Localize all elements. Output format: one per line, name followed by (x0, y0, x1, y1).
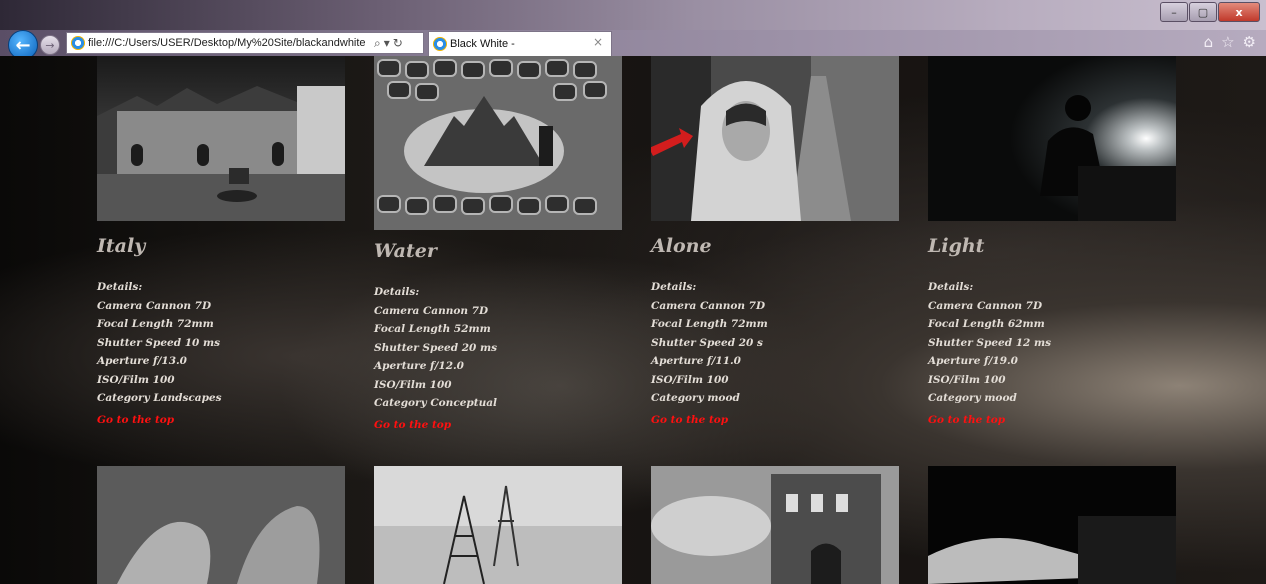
detail-line: Camera Cannon 7D (97, 299, 212, 312)
detail-line: ISO/Film 100 (97, 373, 175, 386)
detail-line: Focal Length 72mm (97, 318, 214, 330)
search-icon[interactable]: ⌕ (374, 36, 384, 50)
photo-light[interactable] (928, 56, 1176, 221)
ie-page-icon (71, 36, 85, 50)
detail-line: Shutter Speed 20 s (651, 336, 763, 349)
detail-line: Camera Cannon 7D (374, 304, 489, 317)
forward-button[interactable]: → (40, 35, 60, 55)
go-to-top-link[interactable]: Go to the top (651, 414, 899, 426)
window-titlebar: – ▢ x (0, 0, 1266, 30)
detail-line: Aperture f/19.0 (928, 355, 1018, 367)
detail-line: ISO/Film 100 (651, 373, 729, 386)
browser-navbar: ← → file:///C:/Users/USER/Desktop/My%20S… (0, 30, 1266, 60)
detail-line: Camera Cannon 7D (651, 299, 766, 312)
detail-line: Focal Length 72mm (651, 318, 768, 330)
address-controls[interactable]: ⌕▾↻ (374, 36, 406, 51)
address-input[interactable]: file:///C:/Users/USER/Desktop/My%20Site/… (88, 37, 370, 49)
detail-line: Shutter Speed 20 ms (374, 341, 497, 354)
detail-line: Details: (374, 286, 420, 298)
tab-close-icon[interactable]: × (593, 35, 603, 49)
gallery-item-light: Light Details: Camera Cannon 7D Focal Le… (928, 56, 1176, 426)
photo-hands[interactable] (97, 466, 345, 584)
photo-building[interactable] (651, 466, 899, 584)
gallery-item-towers (374, 466, 622, 584)
star-icon[interactable]: ☆ (1221, 33, 1234, 51)
page-content: Italy Details: Camera Cannon 7D Focal Le… (0, 56, 1266, 584)
photo-water[interactable] (374, 56, 622, 230)
detail-line: ISO/Film 100 (928, 373, 1006, 386)
detail-line: Shutter Speed 10 ms (97, 336, 220, 349)
detail-line: Category Landscapes (97, 392, 222, 404)
detail-line: Focal Length 62mm (928, 318, 1045, 330)
gallery-item-italy: Italy Details: Camera Cannon 7D Focal Le… (97, 56, 345, 426)
detail-line: Aperture f/13.0 (97, 355, 187, 367)
photo-italy[interactable] (97, 56, 345, 221)
gear-icon[interactable]: ⚙ (1243, 33, 1256, 51)
gallery-item-building (651, 466, 899, 584)
go-to-top-link[interactable]: Go to the top (374, 419, 622, 431)
gallery-item-hand-open (928, 466, 1176, 584)
tab-ie-icon (433, 37, 447, 51)
forward-arrow-icon: → (45, 38, 55, 52)
details-list: Details: Camera Cannon 7D Focal Length 6… (928, 278, 1176, 408)
photo-hand-open[interactable] (928, 466, 1176, 584)
back-arrow-icon: ← (15, 34, 31, 56)
detail-line: Focal Length 52mm (374, 323, 491, 335)
photo-towers[interactable] (374, 466, 622, 584)
detail-line: Details: (928, 281, 974, 293)
photo-alone[interactable] (651, 56, 899, 221)
item-title: Alone (651, 235, 712, 257)
maximize-button[interactable]: ▢ (1189, 2, 1217, 22)
address-bar[interactable]: file:///C:/Users/USER/Desktop/My%20Site/… (66, 32, 424, 54)
detail-line: Aperture f/11.0 (651, 355, 741, 367)
browser-toolbar-right: ⌂ ☆ ⚙ (1204, 33, 1256, 51)
detail-line: Category mood (651, 392, 740, 404)
go-to-top-link[interactable]: Go to the top (97, 414, 345, 426)
gallery-item-alone: Alone Details: Camera Cannon 7D Focal Le… (651, 56, 899, 426)
window-controls: – ▢ x (1160, 2, 1260, 22)
item-title: Light (928, 235, 985, 257)
gallery-item-hands (97, 466, 345, 584)
go-to-top-link[interactable]: Go to the top (928, 414, 1176, 426)
close-button[interactable]: x (1218, 2, 1260, 22)
tab-title: Black White - (450, 38, 515, 50)
home-icon[interactable]: ⌂ (1204, 33, 1214, 51)
detail-line: ISO/Film 100 (374, 378, 452, 391)
detail-line: Category Conceptual (374, 397, 498, 409)
minimize-button[interactable]: – (1160, 2, 1188, 22)
gallery-item-water: Water Details: Camera Cannon 7D Focal Le… (374, 56, 622, 431)
tab-black-white[interactable]: Black White - × (428, 31, 612, 56)
detail-line: Details: (651, 281, 697, 293)
detail-line: Camera Cannon 7D (928, 299, 1043, 312)
detail-line: Shutter Speed 12 ms (928, 336, 1051, 349)
item-title: Italy (97, 235, 146, 257)
item-title: Water (374, 240, 437, 262)
details-list: Details: Camera Cannon 7D Focal Length 7… (651, 278, 899, 408)
dropdown-icon[interactable]: ▾ (384, 36, 393, 50)
detail-line: Category mood (928, 392, 1017, 404)
refresh-icon[interactable]: ↻ (393, 36, 406, 50)
detail-line: Aperture f/12.0 (374, 360, 464, 372)
detail-line: Details: (97, 281, 143, 293)
details-list: Details: Camera Cannon 7D Focal Length 5… (374, 283, 622, 413)
details-list: Details: Camera Cannon 7D Focal Length 7… (97, 278, 345, 408)
